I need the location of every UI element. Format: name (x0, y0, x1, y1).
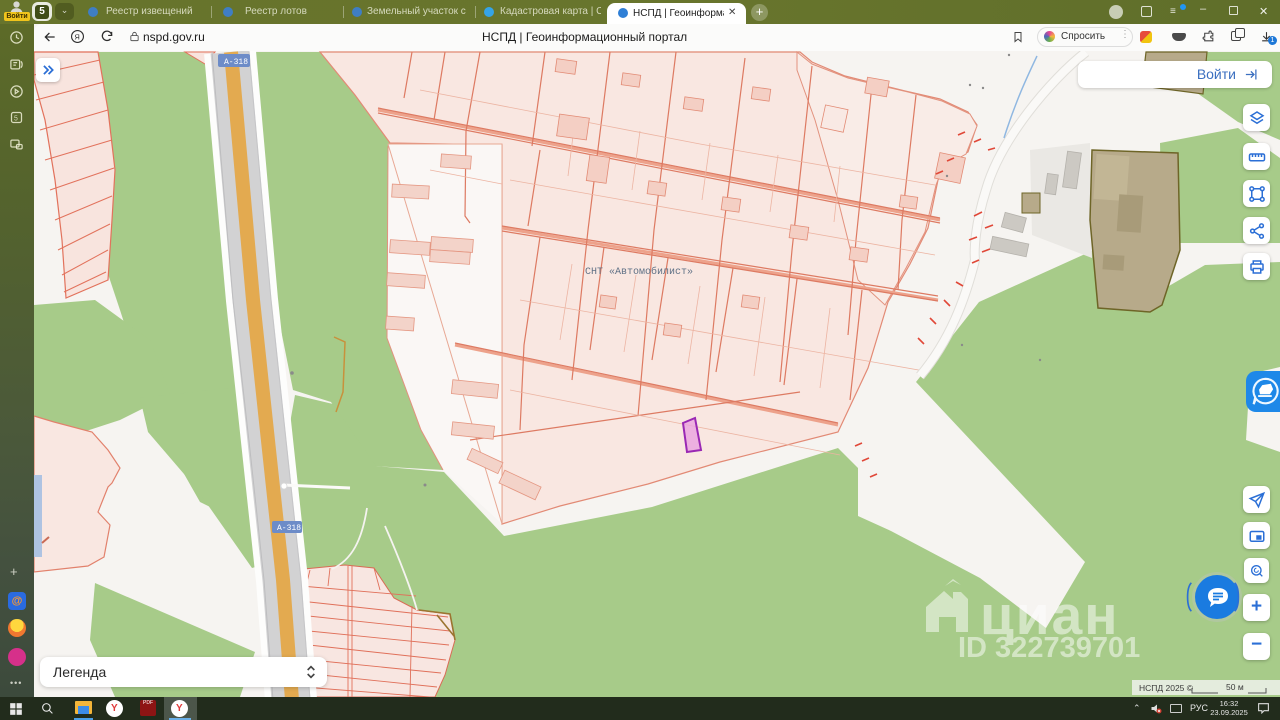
svg-text:А-318: А-318 (277, 524, 301, 533)
svg-text:НСПД 2025 ©: НСПД 2025 © (1139, 683, 1194, 693)
svg-text:ID 322739701: ID 322739701 (958, 632, 1140, 664)
svg-text:А-318: А-318 (224, 58, 248, 67)
svg-text:Я: Я (74, 32, 79, 41)
svg-text:СНТ «Автомобилист»: СНТ «Автомобилист» (585, 265, 693, 278)
svg-text:50 м: 50 м (1226, 682, 1244, 692)
svg-text:5: 5 (14, 116, 18, 123)
